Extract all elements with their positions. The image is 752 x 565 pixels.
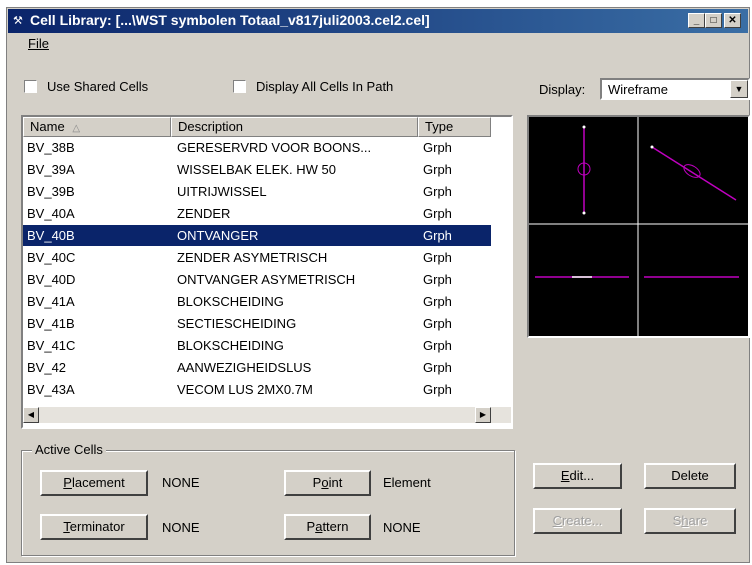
scroll-right-icon[interactable]: ▶	[475, 407, 491, 423]
cell-description: ONTVANGER	[177, 228, 259, 243]
cell-list[interactable]: Name △ Description Type BV_38B GERESERVRD…	[21, 115, 513, 429]
window-title: Cell Library: [...\WST symbolen Totaal_v…	[30, 12, 430, 28]
pattern-value: NONE	[383, 520, 421, 535]
maximize-button[interactable]: □	[705, 13, 722, 28]
cell-type: Grph	[423, 206, 452, 221]
active-cells-group: Active Cells Placement NONE Point Elemen…	[21, 442, 515, 556]
scroll-down-icon[interactable]: ▼	[511, 391, 513, 407]
cell-name: BV_40D	[27, 272, 76, 287]
cell-description: GERESERVRD VOOR BOONS...	[177, 140, 372, 155]
horizontal-scrollbar[interactable]: ◀ ▶	[23, 407, 511, 423]
cell-name: BV_40B	[27, 228, 75, 243]
chevron-down-icon[interactable]: ▼	[730, 80, 748, 98]
list-item[interactable]: BV_38B GERESERVRD VOOR BOONS... Grph	[23, 137, 491, 158]
column-header-description[interactable]: Description	[171, 117, 418, 137]
list-item[interactable]: BV_43A VECOM LUS 2MX0.7M Grph	[23, 379, 491, 400]
column-header-type[interactable]: Type	[418, 117, 491, 137]
cell-name: BV_43A	[27, 382, 75, 397]
cell-name: BV_41A	[27, 294, 75, 309]
cell-description: AANWEZIGHEIDSLUS	[177, 360, 312, 375]
display-label: Display:	[539, 82, 586, 97]
cell-name: BV_42	[27, 360, 67, 375]
cell-description: BLOKSCHEIDING	[177, 338, 284, 353]
cell-description: ONTVANGER ASYMETRISCH	[177, 272, 356, 287]
preview-top-endpoint	[582, 125, 586, 129]
list-item[interactable]: BV_39B UITRIJWISSEL Grph	[23, 181, 491, 202]
cell-type: Grph	[423, 316, 452, 331]
cell-name: BV_39B	[27, 184, 75, 199]
terminator-value: NONE	[162, 520, 200, 535]
cell-description: BLOKSCHEIDING	[177, 294, 284, 309]
close-button[interactable]: ✕	[724, 13, 741, 28]
create-button[interactable]: Create...	[533, 508, 622, 534]
cell-name: BV_39A	[27, 162, 75, 177]
cell-description: SECTIESCHEIDING	[177, 316, 297, 331]
sort-ascending-icon: △	[72, 123, 81, 134]
display-mode-value: Wireframe	[608, 82, 668, 97]
cell-type: Grph	[423, 294, 452, 309]
cell-type: Grph	[423, 272, 452, 287]
minimize-button[interactable]: _	[688, 13, 705, 28]
cell-name: BV_38B	[27, 140, 75, 155]
cell-type: Grph	[423, 184, 452, 199]
preview-top-endpoint	[582, 211, 586, 215]
cell-name: BV_40A	[27, 206, 75, 221]
cell-description: ZENDER	[177, 206, 231, 221]
cell-name: BV_41B	[27, 316, 75, 331]
use-shared-cells-checkbox[interactable]	[24, 80, 37, 93]
scroll-up-icon[interactable]: ▲	[511, 117, 513, 133]
cell-description: VECOM LUS 2MX0.7M	[177, 382, 313, 397]
menu-file[interactable]: File	[28, 36, 49, 51]
display-all-cells-label[interactable]: Display All Cells In Path	[256, 79, 393, 94]
cell-name: BV_40C	[27, 250, 76, 265]
cell-name: BV_41C	[27, 338, 76, 353]
cell-type: Grph	[423, 360, 452, 375]
cell-preview-drawing	[529, 117, 748, 336]
list-item[interactable]: BV_39A WISSELBAK ELEK. HW 50 Grph	[23, 159, 491, 180]
list-item[interactable]: BV_40B ONTVANGER Grph	[23, 225, 491, 246]
point-button[interactable]: Point	[284, 470, 371, 496]
display-mode-select[interactable]: Wireframe ▼	[600, 78, 750, 100]
preview-iso-line	[651, 146, 737, 201]
share-button[interactable]: Share	[644, 508, 736, 534]
scroll-thumb[interactable]	[511, 231, 513, 253]
cell-type: Grph	[423, 382, 452, 397]
app-icon: ⚒	[13, 15, 23, 27]
cell-preview	[527, 115, 750, 338]
display-all-cells-checkbox[interactable]	[233, 80, 246, 93]
list-item[interactable]: BV_41B SECTIESCHEIDING Grph	[23, 313, 491, 334]
edit-button[interactable]: Edit...	[533, 463, 622, 489]
column-header-name[interactable]: Name △	[23, 117, 171, 137]
cell-type: Grph	[423, 228, 452, 243]
preview-iso-endpoint	[650, 145, 654, 149]
pattern-button[interactable]: Pattern	[284, 514, 371, 540]
placement-button[interactable]: Placement	[40, 470, 148, 496]
cell-type: Grph	[423, 250, 452, 265]
menu-bar: File	[8, 34, 748, 54]
list-item[interactable]: BV_40D ONTVANGER ASYMETRISCH Grph	[23, 269, 491, 290]
placement-value: NONE	[162, 475, 200, 490]
cell-type: Grph	[423, 140, 452, 155]
active-cells-title: Active Cells	[32, 442, 106, 457]
cell-type: Grph	[423, 338, 452, 353]
point-value: Element	[383, 475, 431, 490]
cell-description: UITRIJWISSEL	[177, 184, 267, 199]
cell-description: ZENDER ASYMETRISCH	[177, 250, 328, 265]
terminator-button[interactable]: Terminator	[40, 514, 148, 540]
list-item[interactable]: BV_41A BLOKSCHEIDING Grph	[23, 291, 491, 312]
cell-description: WISSELBAK ELEK. HW 50	[177, 162, 336, 177]
cell-library-window: ⚒ Cell Library: [...\WST symbolen Totaal…	[6, 7, 750, 563]
cell-type: Grph	[423, 162, 452, 177]
title-bar[interactable]: ⚒ Cell Library: [...\WST symbolen Totaal…	[8, 9, 748, 33]
list-item[interactable]: BV_41C BLOKSCHEIDING Grph	[23, 335, 491, 356]
list-item[interactable]: BV_40A ZENDER Grph	[23, 203, 491, 224]
list-item[interactable]: BV_42 AANWEZIGHEIDSLUS Grph	[23, 357, 491, 378]
vertical-scrollbar[interactable]: ▲ ▼	[511, 117, 513, 407]
scroll-left-icon[interactable]: ◀	[23, 407, 39, 423]
use-shared-cells-label[interactable]: Use Shared Cells	[47, 79, 148, 94]
delete-button[interactable]: Delete	[644, 463, 736, 489]
list-item[interactable]: BV_40C ZENDER ASYMETRISCH Grph	[23, 247, 491, 268]
